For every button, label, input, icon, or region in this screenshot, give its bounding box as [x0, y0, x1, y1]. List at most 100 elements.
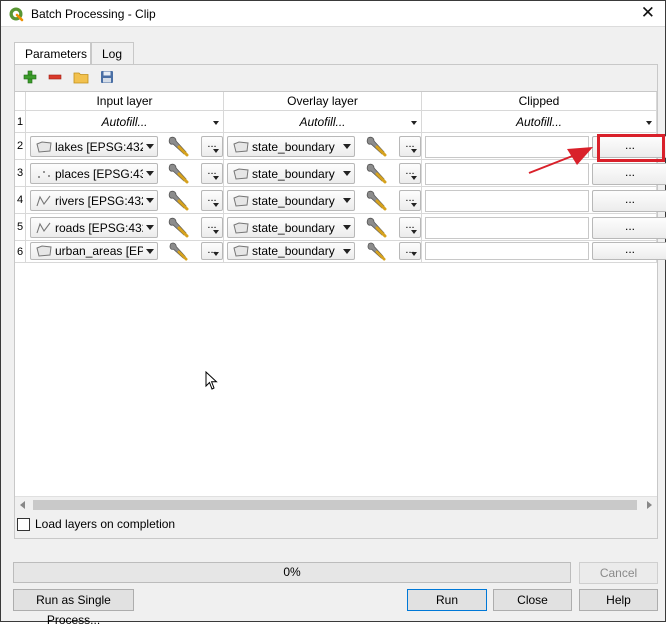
- input-layer-combo[interactable]: places [EPSG:432: [30, 163, 158, 184]
- wrench-icon[interactable]: [364, 162, 388, 184]
- horizontal-scrollbar[interactable]: [15, 496, 657, 513]
- help-button[interactable]: Help: [579, 589, 658, 611]
- polygon-layer-icon: [36, 245, 52, 257]
- cancel-button[interactable]: Cancel: [579, 562, 658, 584]
- autofill-clipped[interactable]: Autofill...: [422, 111, 657, 133]
- clipped-output-field[interactable]: [425, 217, 589, 239]
- wrench-icon[interactable]: [166, 189, 190, 211]
- header-input-layer[interactable]: Input layer: [26, 92, 224, 111]
- wrench-icon[interactable]: [166, 162, 190, 184]
- clipped-browse-button[interactable]: ...: [592, 242, 666, 260]
- line-layer-icon: [36, 195, 51, 206]
- load-layers-checkbox[interactable]: [17, 517, 30, 531]
- clipped-browse-label: ...: [624, 219, 635, 233]
- annotation-arrow-icon: [528, 147, 593, 174]
- polygon-layer-icon: [233, 167, 249, 180]
- remove-row-button[interactable]: [45, 68, 65, 86]
- wrench-icon[interactable]: [166, 216, 190, 238]
- clipped-browse-button[interactable]: ...: [592, 190, 666, 212]
- input-layer-combo[interactable]: roads [EPSG:432(: [30, 217, 158, 238]
- close-window-icon[interactable]: ✕: [641, 4, 655, 22]
- close-button[interactable]: Close: [493, 589, 572, 611]
- input-browse-button[interactable]: ...: [201, 136, 223, 157]
- chevron-down-icon: [143, 164, 157, 183]
- wrench-icon[interactable]: [364, 135, 388, 157]
- clipped-browse-button[interactable]: ...: [592, 163, 666, 185]
- input-layer-value: rivers [EPSG:432(: [55, 193, 143, 208]
- mouse-cursor-icon: [205, 371, 218, 390]
- load-layers-label: Load layers on completion: [35, 517, 176, 531]
- clipped-output-field[interactable]: [425, 242, 589, 260]
- input-layer-combo[interactable]: rivers [EPSG:432(: [30, 190, 158, 211]
- scroll-right-icon[interactable]: [647, 501, 652, 509]
- run-button[interactable]: Run: [407, 589, 487, 611]
- overlay-browse-button[interactable]: ...: [399, 190, 421, 211]
- row-number: 4: [15, 187, 26, 214]
- wrench-icon[interactable]: [364, 241, 388, 261]
- autofill-label: Autofill...: [101, 114, 148, 129]
- tab-log-label: Log: [102, 47, 123, 61]
- qgis-logo-icon: [9, 7, 24, 22]
- polygon-layer-icon: [233, 245, 249, 257]
- autofill-overlay[interactable]: Autofill...: [224, 111, 422, 133]
- overlay-layer-combo[interactable]: state_boundary: [227, 190, 355, 211]
- input-browse-button[interactable]: ...: [201, 190, 223, 211]
- overlay-layer-combo[interactable]: state_boundary: [227, 163, 355, 184]
- overlay-browse-button[interactable]: ...: [399, 136, 421, 157]
- input-layer-value: lakes [EPSG:4326: [55, 139, 143, 154]
- wrench-icon[interactable]: [166, 135, 190, 157]
- chevron-down-icon: [340, 243, 354, 259]
- chevron-down-icon: [213, 252, 219, 256]
- input-browse-button[interactable]: ...: [201, 217, 223, 238]
- input-browse-button[interactable]: ...: [201, 242, 223, 260]
- clipped-browse-label: ...: [624, 242, 635, 256]
- overlay-browse-button[interactable]: ...: [399, 163, 421, 184]
- autofill-label: Autofill...: [515, 114, 563, 129]
- add-row-button[interactable]: [20, 68, 40, 86]
- header-overlay-layer[interactable]: Overlay layer: [224, 92, 422, 111]
- folder-icon: [73, 72, 89, 84]
- input-browse-button[interactable]: ...: [201, 163, 223, 184]
- highlight-box: [597, 134, 665, 162]
- window-title: Batch Processing - Clip: [31, 7, 156, 21]
- tab-log[interactable]: Log: [91, 42, 134, 65]
- wrench-icon[interactable]: [364, 216, 388, 238]
- overlay-layer-value: state_boundary: [252, 244, 335, 258]
- overlay-layer-combo[interactable]: state_boundary: [227, 217, 355, 238]
- chevron-down-icon: [340, 137, 354, 156]
- chevron-down-icon: [340, 191, 354, 210]
- cancel-label: Cancel: [599, 566, 638, 580]
- header-clipped[interactable]: Clipped: [422, 92, 657, 111]
- overlay-layer-combo[interactable]: state_boundary: [227, 242, 355, 260]
- overlay-layer-value: state_boundary: [252, 139, 335, 154]
- overlay-layer-combo[interactable]: state_boundary: [227, 136, 355, 157]
- input-layer-combo[interactable]: lakes [EPSG:4326: [30, 136, 158, 157]
- row-number-label: 3: [17, 167, 24, 179]
- line-layer-icon: [36, 222, 51, 233]
- row-number-label: 4: [17, 194, 24, 206]
- corner-header: [15, 92, 26, 111]
- chevron-down-icon: [411, 149, 417, 153]
- open-button[interactable]: [71, 68, 91, 86]
- minus-icon: [48, 74, 62, 80]
- wrench-icon[interactable]: [364, 189, 388, 211]
- scroll-left-icon[interactable]: [20, 501, 25, 509]
- tab-parameters[interactable]: Parameters: [14, 42, 91, 66]
- progress-bar: 0%: [13, 562, 571, 583]
- save-button[interactable]: [97, 68, 117, 86]
- floppy-icon: [101, 71, 113, 83]
- overlay-browse-button[interactable]: ...: [399, 217, 421, 238]
- chevron-down-icon: [411, 252, 417, 256]
- load-layers-option[interactable]: Load layers on completion: [17, 517, 175, 531]
- autofill-input[interactable]: Autofill...: [26, 111, 224, 133]
- input-layer-combo[interactable]: urban_areas [EP§: [30, 242, 158, 260]
- overlay-browse-button[interactable]: ...: [399, 242, 421, 260]
- overlay-layer-value: state_boundary: [252, 193, 335, 208]
- clipped-browse-button[interactable]: ...: [592, 217, 666, 239]
- chevron-down-icon: [411, 203, 417, 207]
- scrollbar-thumb[interactable]: [33, 500, 637, 510]
- wrench-icon[interactable]: [166, 241, 190, 261]
- run-single-process-button[interactable]: Run as Single Process...: [13, 589, 134, 627]
- row-number: 1: [15, 111, 26, 133]
- clipped-output-field[interactable]: [425, 190, 589, 212]
